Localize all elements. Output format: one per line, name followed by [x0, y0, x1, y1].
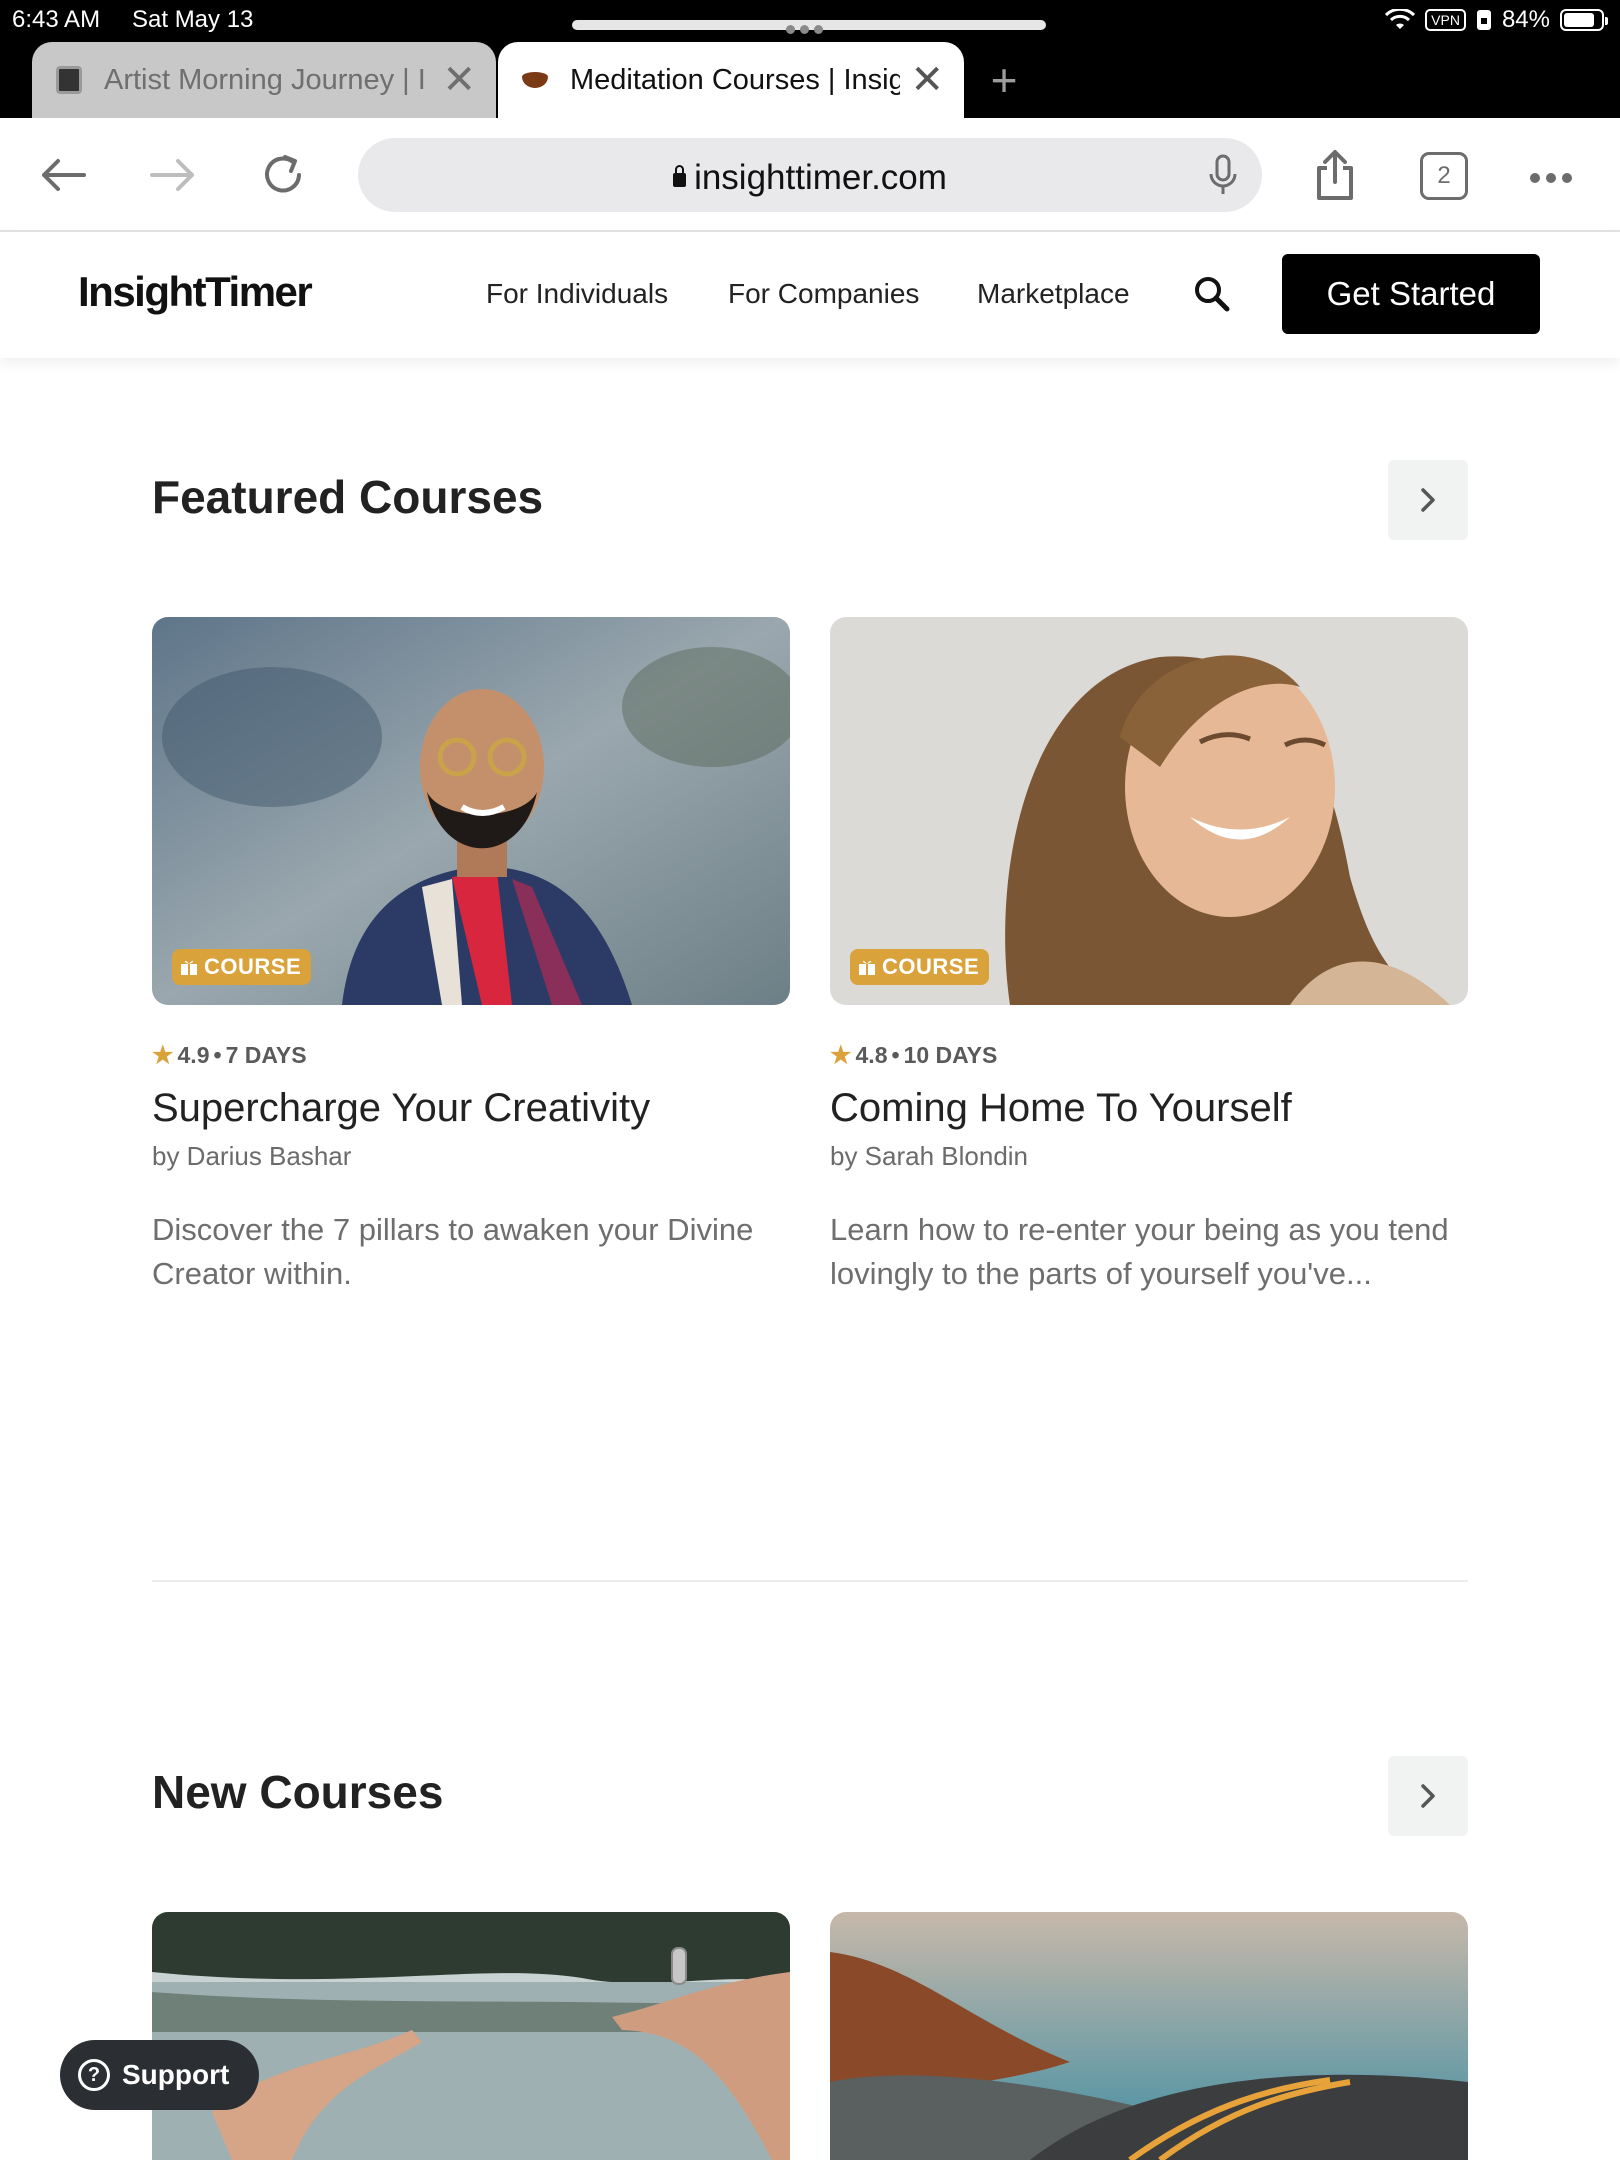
- star-icon: ★: [152, 1042, 174, 1069]
- share-icon: [1317, 150, 1353, 200]
- status-time: 6:43 AM: [12, 6, 101, 33]
- course-title[interactable]: Coming Home To Yourself: [830, 1086, 1468, 1131]
- url-display[interactable]: insighttimer.com: [358, 158, 1262, 198]
- support-button[interactable]: ? Support: [60, 2040, 260, 2110]
- gift-icon: [181, 960, 197, 975]
- course-card[interactable]: [152, 1912, 790, 2160]
- course-meta: ★ 4.9 • 7 DAYS: [152, 1041, 790, 1070]
- badge-label: COURSE: [882, 954, 980, 979]
- course-author[interactable]: by Darius Bashar: [152, 1141, 790, 1172]
- browser-toolbar: insighttimer.com 2: [0, 118, 1620, 232]
- course-rating: 4.8: [855, 1042, 888, 1068]
- battery-level: [1564, 13, 1595, 27]
- lock-icon: [673, 165, 687, 187]
- tab-title: Artist Morning Journey | I: [104, 63, 426, 96]
- featured-next-button[interactable]: [1388, 460, 1468, 540]
- course-duration: 10 DAYS: [903, 1042, 998, 1068]
- badge-label: COURSE: [204, 954, 302, 979]
- new-courses-next-button[interactable]: [1388, 1756, 1468, 1836]
- tab-overview-button[interactable]: 2: [1420, 152, 1468, 200]
- new-tab-plus-icon[interactable]: +: [984, 52, 1024, 108]
- back-button[interactable]: [36, 148, 90, 202]
- forward-button[interactable]: [146, 148, 200, 202]
- site-header: InsightTimer For Individuals For Compani…: [0, 232, 1620, 358]
- status-date: Sat May 13: [132, 6, 254, 33]
- course-author[interactable]: by Sarah Blondin: [830, 1141, 1468, 1172]
- nav-for-individuals[interactable]: For Individuals: [486, 278, 668, 310]
- nav-marketplace[interactable]: Marketplace: [977, 278, 1130, 310]
- battery-icon: [1560, 9, 1608, 31]
- course-image-man-with-glasses: [152, 617, 790, 1005]
- browser-tab-inactive[interactable]: Artist Morning Journey | I ✕: [32, 42, 496, 118]
- tab-favicon-icon: [522, 72, 548, 88]
- course-title[interactable]: Supercharge Your Creativity: [152, 1086, 790, 1131]
- course-badge: COURSE: [850, 949, 990, 985]
- multitasking-dots-icon[interactable]: [786, 13, 834, 34]
- new-courses-heading: New Courses: [152, 1766, 444, 1818]
- status-bar: 6:43 AM Sat May 13 VPN 84%: [0, 0, 1620, 40]
- course-description: Learn how to re-enter your being as you …: [830, 1212, 1449, 1291]
- orientation-lock-icon: [1476, 10, 1491, 30]
- tab-favicon-icon: [56, 66, 82, 94]
- course-rating: 4.9: [177, 1042, 210, 1068]
- nav-for-companies[interactable]: For Companies: [728, 278, 919, 310]
- browser-chrome: 6:43 AM Sat May 13 VPN 84% Artist Mornin…: [0, 0, 1620, 118]
- url-text: insighttimer.com: [694, 158, 947, 197]
- insight-timer-logo[interactable]: InsightTimer: [78, 268, 313, 316]
- featured-courses-heading: Featured Courses: [152, 471, 544, 523]
- microphone-icon[interactable]: [1208, 154, 1238, 196]
- battery-percent: 84%: [1501, 6, 1550, 33]
- close-tab-icon[interactable]: ✕: [910, 60, 944, 100]
- course-meta: ★ 4.8 • 10 DAYS: [830, 1041, 1468, 1070]
- gift-icon: [859, 960, 875, 975]
- help-circle-icon: ?: [78, 2059, 110, 2091]
- chevron-right-icon: [1421, 488, 1435, 512]
- support-label: Support: [122, 2059, 230, 2090]
- forward-arrow-icon: [150, 159, 194, 191]
- get-started-button[interactable]: Get Started: [1282, 254, 1540, 334]
- reload-icon: [265, 155, 301, 193]
- course-thumbnail[interactable]: COURSE: [152, 617, 790, 1005]
- course-card[interactable]: COURSE ★ 4.8 • 10 DAYS Coming Home To Yo…: [830, 617, 1468, 1296]
- course-image-smiling-woman: [830, 617, 1468, 1005]
- reload-button[interactable]: [256, 148, 310, 202]
- course-thumbnail[interactable]: [830, 1912, 1468, 2160]
- star-icon: ★: [830, 1042, 852, 1069]
- course-image-coastal-road: [830, 1912, 1468, 2160]
- course-thumbnail[interactable]: [152, 1912, 790, 2160]
- course-thumbnail[interactable]: COURSE: [830, 617, 1468, 1005]
- course-card[interactable]: COURSE ★ 4.9 • 7 DAYS Supercharge Your C…: [152, 617, 790, 1296]
- more-options-icon[interactable]: [1530, 170, 1578, 188]
- tab-title: Meditation Courses | Insig: [570, 63, 901, 96]
- chevron-right-icon: [1421, 1784, 1435, 1808]
- address-bar[interactable]: insighttimer.com: [358, 138, 1262, 212]
- wifi-icon: [1385, 9, 1416, 29]
- status-indicators: VPN 84%: [1385, 6, 1608, 34]
- course-description: Discover the 7 pillars to awaken your Di…: [152, 1212, 754, 1291]
- search-button[interactable]: [1190, 272, 1234, 316]
- meta-separator: •: [213, 1042, 222, 1068]
- browser-tab-active[interactable]: Meditation Courses | Insig ✕: [498, 42, 964, 118]
- course-image-hands-over-lake: [152, 1912, 790, 2160]
- section-divider: [152, 1580, 1468, 1582]
- share-button[interactable]: [1308, 148, 1362, 202]
- course-card[interactable]: [830, 1912, 1468, 2160]
- meta-separator: •: [891, 1042, 900, 1068]
- back-arrow-icon: [42, 159, 86, 191]
- course-badge: COURSE: [172, 949, 312, 985]
- course-duration: 7 DAYS: [225, 1042, 307, 1068]
- search-icon: [1195, 277, 1230, 312]
- vpn-badge: VPN: [1425, 9, 1466, 31]
- close-tab-icon[interactable]: ✕: [442, 60, 476, 100]
